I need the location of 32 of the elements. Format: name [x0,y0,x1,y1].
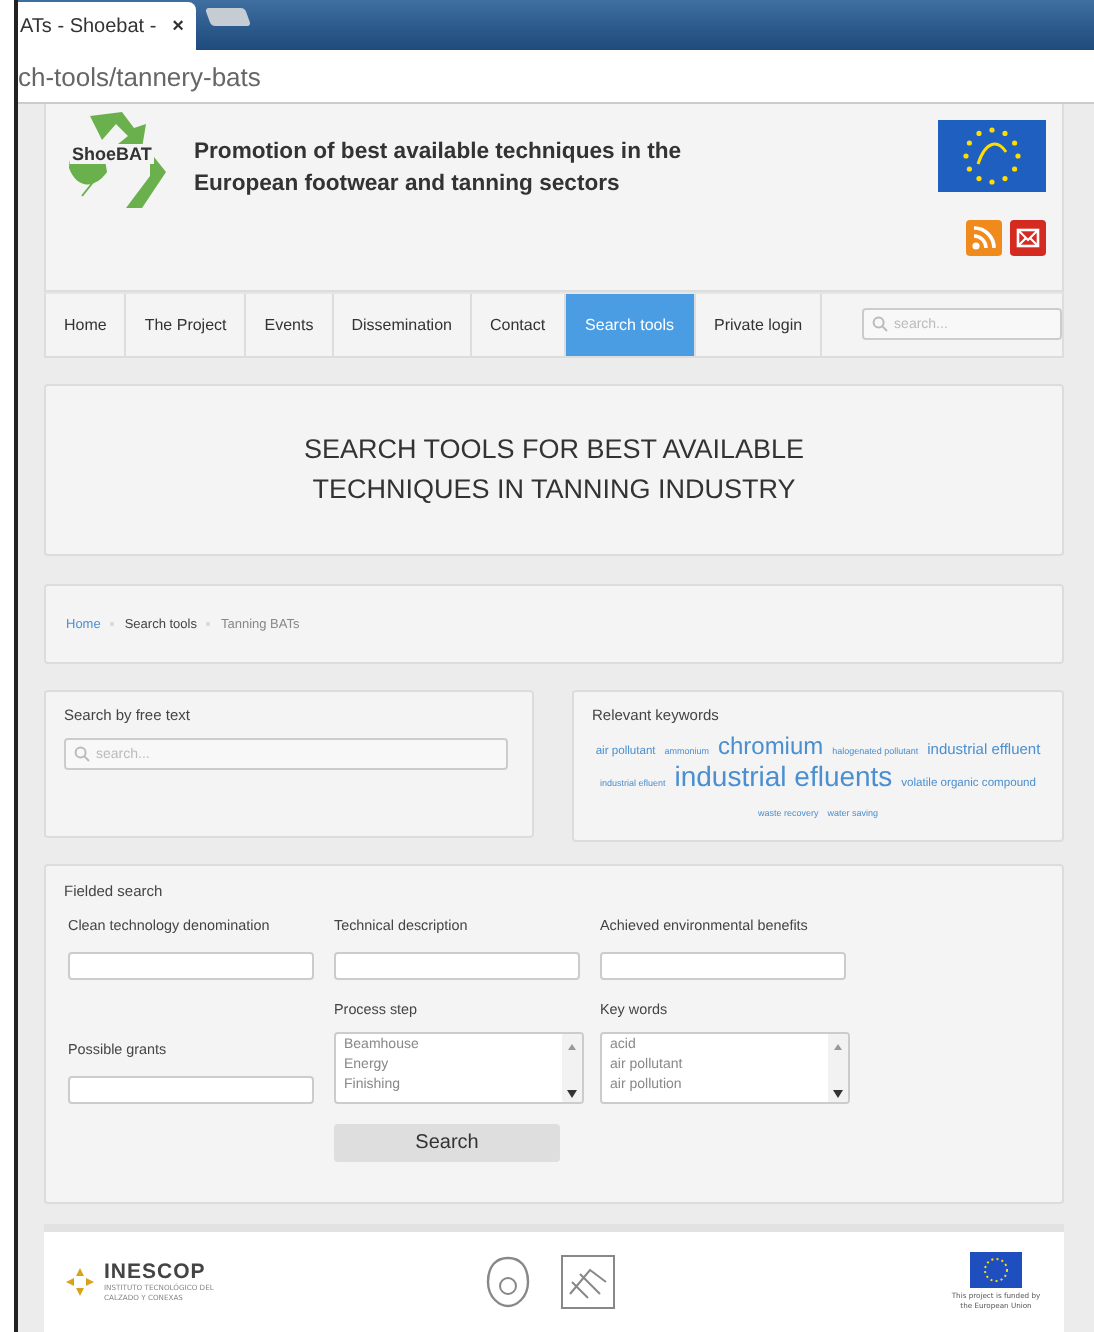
input-field[interactable] [334,952,580,980]
nav-item[interactable]: Events [246,294,334,356]
scrollbar-icon [562,1034,582,1102]
input-field[interactable] [68,1076,314,1104]
page-title: SEARCH TOOLS FOR BEST AVAILABLE TECHNIQUES IN TANNING INDUSTRY [301,432,807,508]
nav-item[interactable]: Dissemination [333,294,472,356]
keyword-link[interactable]: industrial efluents [674,760,893,792]
star-logo-icon [64,1266,96,1298]
new-tab-button[interactable] [204,8,252,26]
nav-item[interactable]: The Project [126,294,247,356]
site-title: Promotion of best available techniques in the European footwear and tanning sectors [194,138,684,200]
shield-icon [484,1254,532,1310]
flag-icon [970,1252,1022,1288]
scrollbar-icon [828,1034,848,1102]
input-field[interactable] [600,952,846,980]
rss-icon [966,220,1002,256]
organization-name: INESCOP [104,1260,208,1284]
keyword-link[interactable]: chromium [717,732,824,760]
nav-item[interactable]: Search tools [565,294,697,356]
close-icon[interactable]: × [172,15,184,37]
mail-icon [1010,220,1046,256]
input-field[interactable] [68,952,314,980]
search-button[interactable]: Search [334,1124,560,1162]
url-text: ch-tools/tannery-bats [18,61,261,91]
search-icon [74,746,90,762]
flag-icon [938,120,1046,192]
nav-item[interactable]: Private login [696,294,823,356]
search-icon [872,316,889,332]
tab-title: ATs - Shoebat - [20,15,157,37]
browser-tab[interactable]: ATs - Shoebat - × [18,2,196,50]
logo-text: ShoeBAT [70,144,154,164]
nav-item[interactable]: Home [46,294,127,356]
